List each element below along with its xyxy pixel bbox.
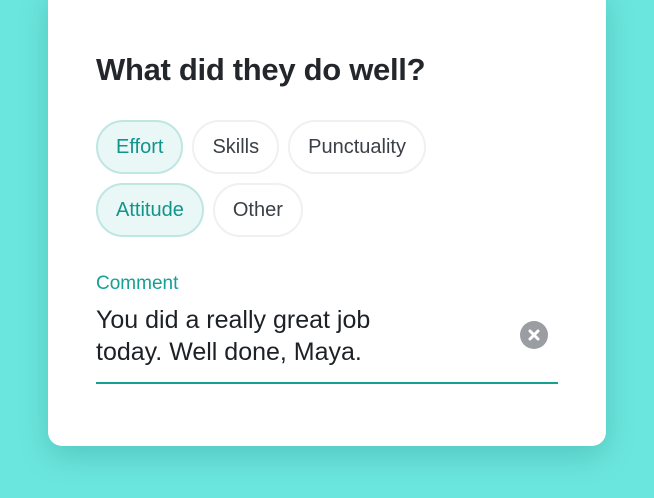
chip-attitude[interactable]: Attitude [96, 183, 204, 237]
comment-label: Comment [96, 273, 179, 294]
close-circle-icon [528, 329, 540, 341]
question-title: What did they do well? [96, 52, 426, 87]
comment-value[interactable]: You did a really great job today. Well d… [96, 304, 456, 368]
feedback-card: What did they do well? Effort Skills Pun… [48, 0, 606, 446]
tag-chip-group: Effort Skills Punctuality Attitude Other [96, 120, 536, 246]
comment-value-line-1: You did a really great job [96, 306, 371, 334]
chip-row-1: Effort Skills Punctuality [96, 120, 536, 174]
comment-value-line-2: today. Well done, Maya. [96, 338, 362, 366]
chip-skills[interactable]: Skills [192, 120, 280, 174]
chip-punctuality[interactable]: Punctuality [288, 120, 426, 174]
clear-comment-button[interactable] [520, 321, 548, 349]
comment-input[interactable]: You did a really great job today. Well d… [96, 304, 558, 384]
chip-effort[interactable]: Effort [96, 120, 184, 174]
chip-other[interactable]: Other [212, 183, 303, 237]
chip-row-2: Attitude Other [96, 183, 536, 237]
